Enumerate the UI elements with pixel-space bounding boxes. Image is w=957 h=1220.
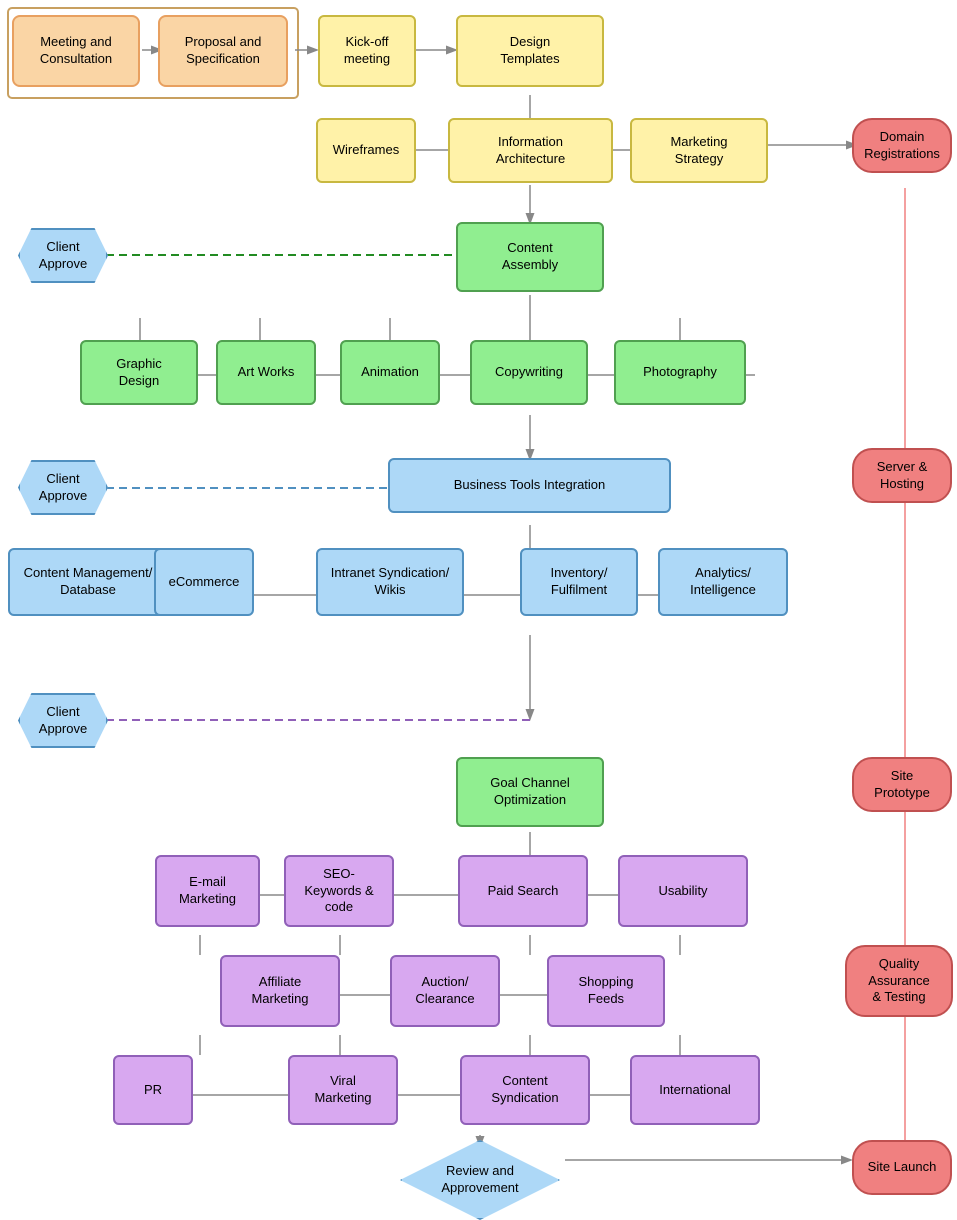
paid-search-box: Paid Search — [458, 855, 588, 927]
review-approvement-box: Review and Approvement — [400, 1140, 560, 1220]
animation-box: Animation — [340, 340, 440, 405]
content-mgmt-box: Content Management/ Database — [8, 548, 168, 616]
auction-clearance-box: Auction/ Clearance — [390, 955, 500, 1027]
client-approve-1: Client Approve — [18, 228, 108, 283]
client-approve-3: Client Approve — [18, 693, 108, 748]
flowchart-diagram: Meeting and Consultation Proposal and Sp… — [0, 0, 957, 1183]
shopping-feeds-box: Shopping Feeds — [547, 955, 665, 1027]
photography-box: Photography — [614, 340, 746, 405]
email-marketing-box: E-mail Marketing — [155, 855, 260, 927]
art-works-box: Art Works — [216, 340, 316, 405]
inventory-box: Inventory/ Fulfilment — [520, 548, 638, 616]
domain-registrations-box: Domain Registrations — [852, 118, 952, 173]
goal-channel-box: Goal Channel Optimization — [456, 757, 604, 827]
site-prototype-box: Site Prototype — [852, 757, 952, 812]
info-architecture-box: Information Architecture — [448, 118, 613, 183]
copywriting-box: Copywriting — [470, 340, 588, 405]
quality-assurance-box: Quality Assurance & Testing — [845, 945, 953, 1017]
kickoff-meeting-box: Kick-off meeting — [318, 15, 416, 87]
server-hosting-box: Server & Hosting — [852, 448, 952, 503]
seo-keywords-box: SEO- Keywords & code — [284, 855, 394, 927]
intranet-box: Intranet Syndication/ Wikis — [316, 548, 464, 616]
marketing-strategy-box: Marketing Strategy — [630, 118, 768, 183]
pr-box: PR — [113, 1055, 193, 1125]
usability-box: Usability — [618, 855, 748, 927]
international-box: International — [630, 1055, 760, 1125]
ecommerce-box: eCommerce — [154, 548, 254, 616]
content-syndication-box: Content Syndication — [460, 1055, 590, 1125]
proposal-specification-box: Proposal and Specification — [158, 15, 288, 87]
meeting-consultation-box: Meeting and Consultation — [12, 15, 140, 87]
site-launch-box: Site Launch — [852, 1140, 952, 1195]
graphic-design-box: Graphic Design — [80, 340, 198, 405]
content-assembly-box: Content Assembly — [456, 222, 604, 292]
client-approve-2: Client Approve — [18, 460, 108, 515]
affiliate-marketing-box: Affiliate Marketing — [220, 955, 340, 1027]
analytics-box: Analytics/ Intelligence — [658, 548, 788, 616]
business-tools-box: Business Tools Integration — [388, 458, 671, 513]
design-templates-box: Design Templates — [456, 15, 604, 87]
viral-marketing-box: Viral Marketing — [288, 1055, 398, 1125]
wireframes-box: Wireframes — [316, 118, 416, 183]
